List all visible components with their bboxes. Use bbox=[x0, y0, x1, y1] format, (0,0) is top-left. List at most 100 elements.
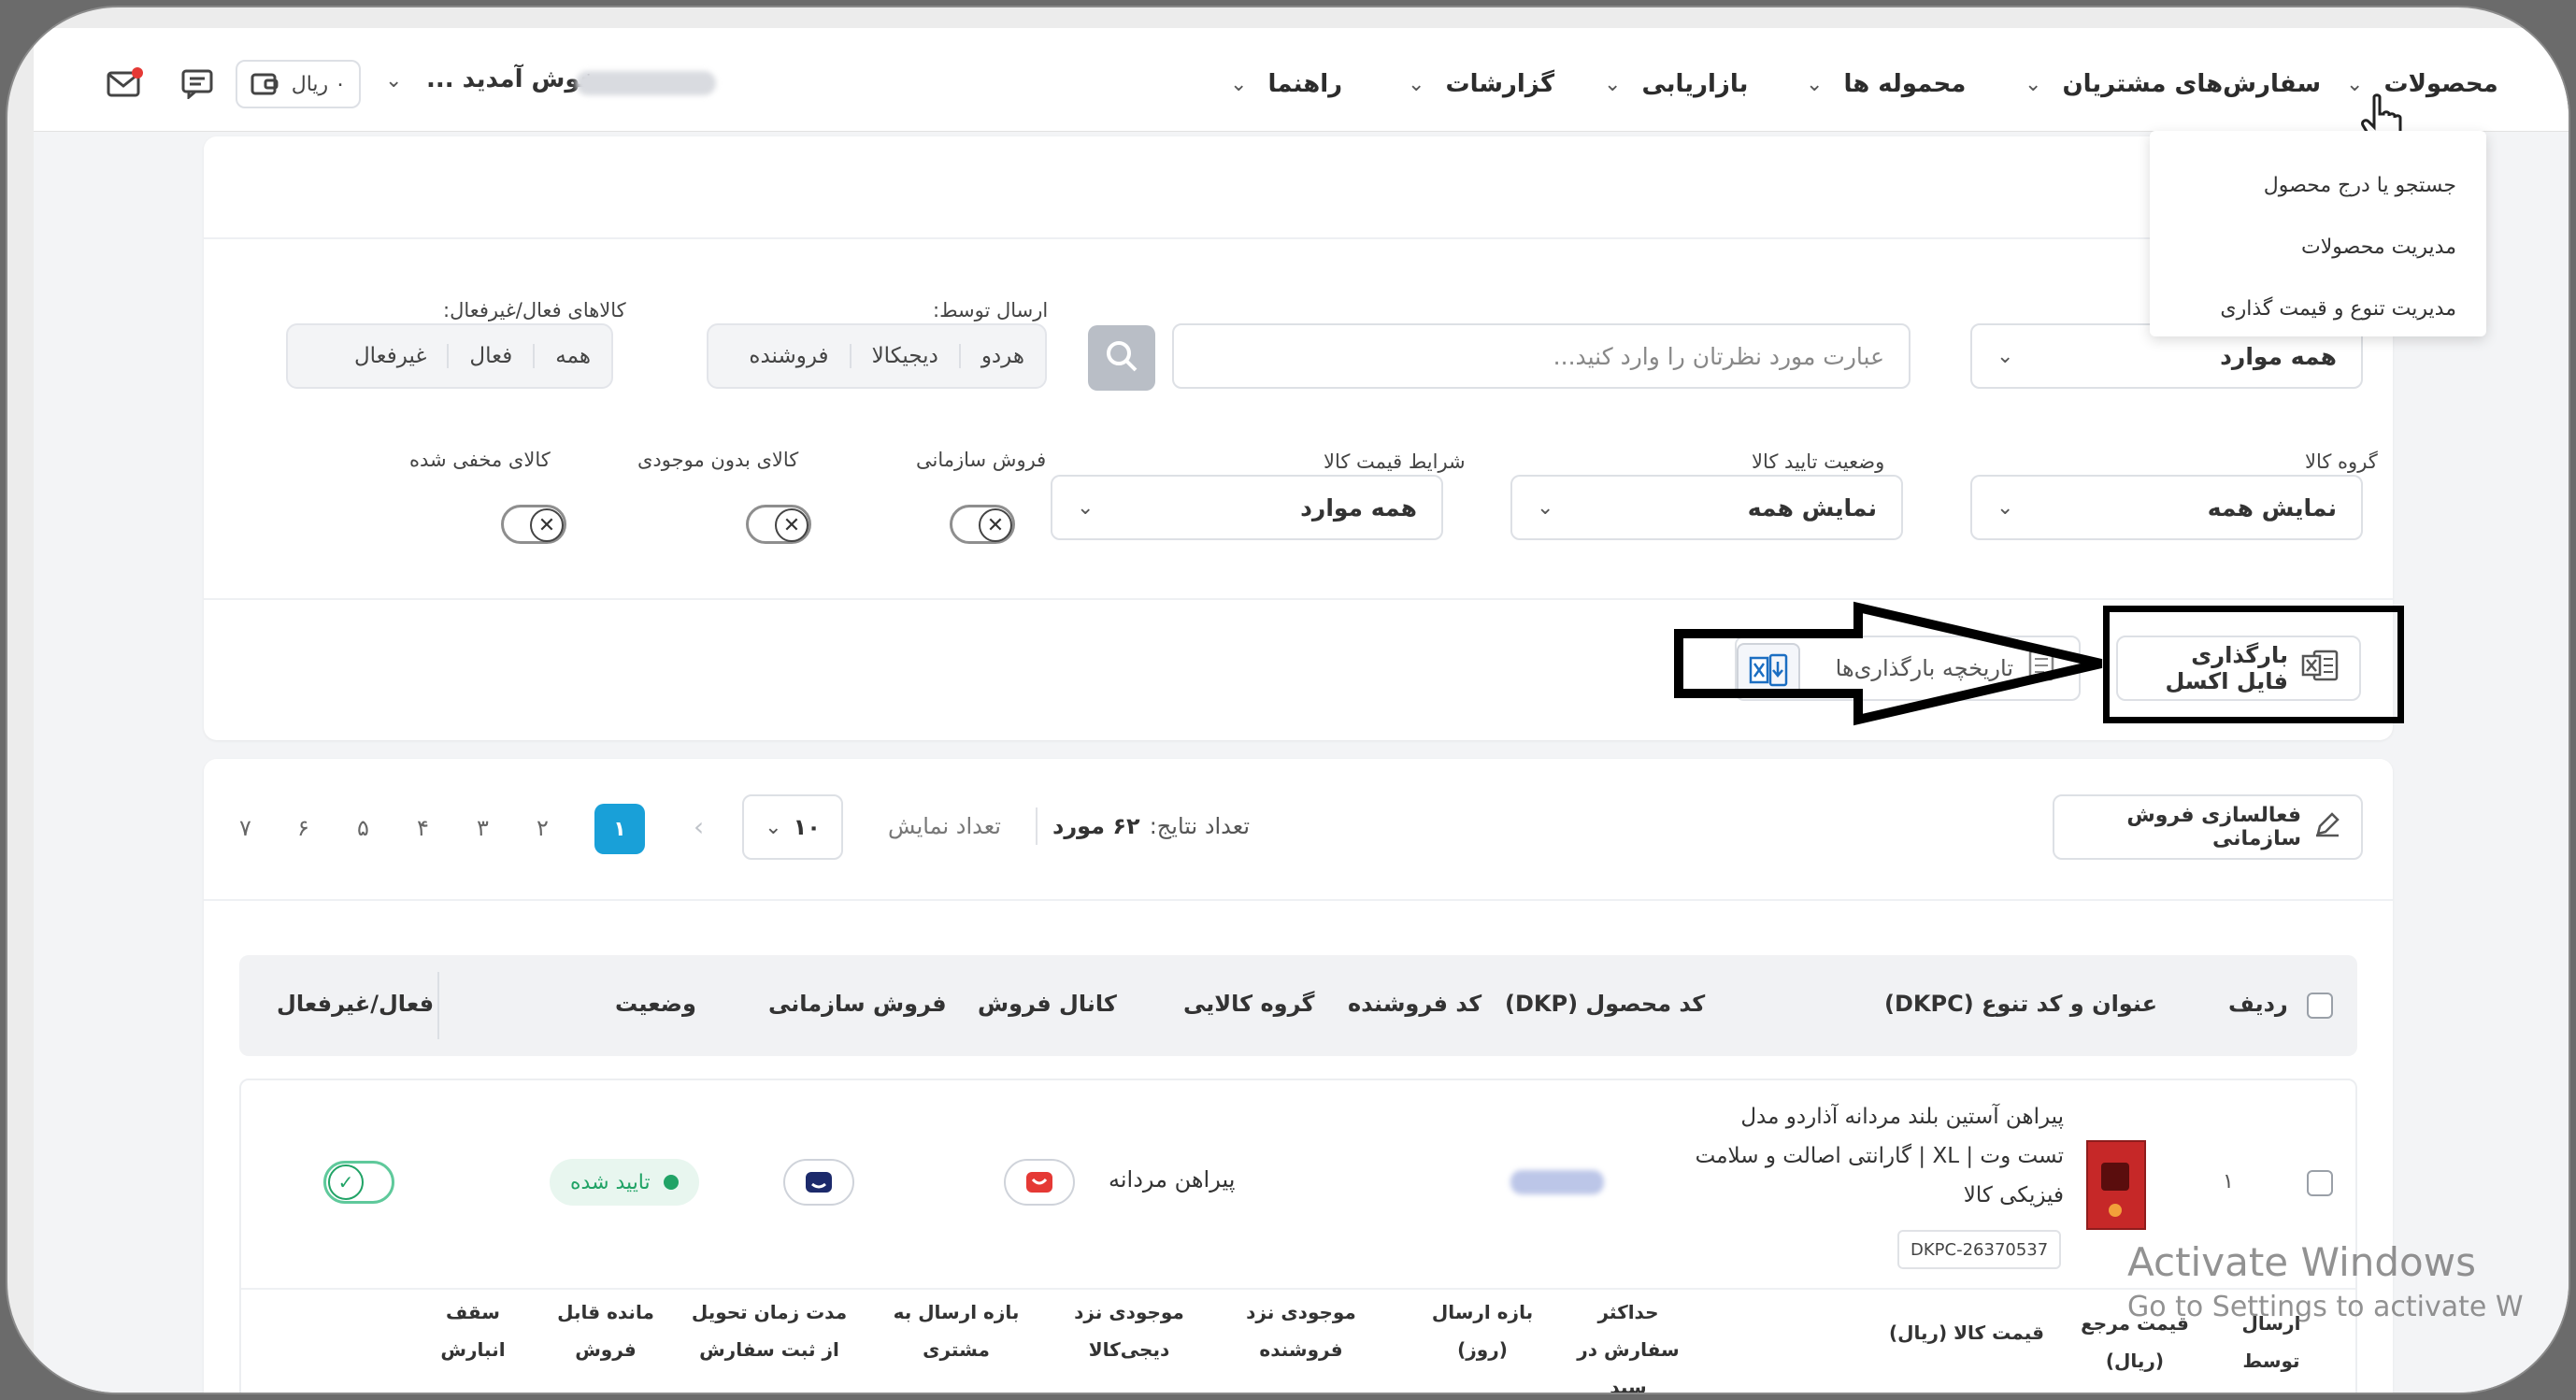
header-product-group: گروه کالایی bbox=[1183, 991, 1315, 1017]
chevron-down-icon: ⌄ bbox=[765, 815, 782, 839]
header-org-sale: فروش سازمانی bbox=[768, 991, 947, 1017]
header-product-code: کد محصول (DKP) bbox=[1505, 991, 1706, 1017]
org-sale-icon[interactable] bbox=[783, 1159, 854, 1206]
page-4-button[interactable]: ۴ bbox=[417, 815, 429, 841]
results-panel: فعالسازی فروش سازمانی تعداد نتایج: ۶۲ مو… bbox=[204, 759, 2393, 1394]
edit-pencil-icon bbox=[2314, 811, 2340, 843]
nav-help[interactable]: ⌄ راهنما bbox=[1230, 65, 1342, 103]
active-option-inactive[interactable]: غیرفعال bbox=[334, 344, 447, 368]
results-divider bbox=[204, 899, 2393, 901]
subheader-seller-stock: موجودی نزد فروشنده bbox=[1246, 1301, 1356, 1361]
close-icon: ✕ bbox=[979, 508, 1012, 542]
dkpc-badge[interactable]: DKPC-26370537 bbox=[1897, 1230, 2062, 1269]
wallet-balance[interactable]: ۰ ریال bbox=[236, 60, 361, 108]
activate-org-sale-button[interactable]: فعالسازی فروش سازمانی bbox=[2053, 794, 2363, 860]
page-6-button[interactable]: ۶ bbox=[297, 815, 309, 841]
active-toggle[interactable]: ✓ bbox=[323, 1161, 394, 1204]
active-filter-segmented[interactable]: همه فعال غیرفعال bbox=[286, 323, 613, 389]
sent-by-label: ارسال توسط: bbox=[933, 299, 1049, 321]
chevron-down-icon: ⌄ bbox=[1537, 495, 1554, 520]
select-all-checkbox[interactable] bbox=[2307, 993, 2333, 1019]
page-2-button[interactable]: ۲ bbox=[537, 815, 549, 841]
table-row: ۱ پیراهن آستین بلند مردانه آذاردو مدل تس… bbox=[239, 1079, 2357, 1394]
wallet-balance-text: ۰ ریال bbox=[291, 72, 346, 96]
status-badge: تایید شده bbox=[550, 1159, 699, 1206]
user-name-blurred bbox=[576, 71, 716, 95]
chevron-down-icon: ⌄ bbox=[1230, 72, 1248, 96]
close-icon: ✕ bbox=[530, 508, 564, 542]
top-navigation-bar: ۰ ریال ⌄ خوش آمدید ... ⌄ محصولات ⌄ سفارش… bbox=[34, 28, 2569, 146]
approval-status-select[interactable]: نمایش همه ⌄ bbox=[1510, 475, 1903, 540]
sent-by-segmented[interactable]: هردو دیجیکالا فروشنده bbox=[707, 323, 1047, 389]
search-icon bbox=[1105, 339, 1138, 377]
search-input[interactable]: عبارت مورد نظرتان را وارد کنید... bbox=[1172, 323, 1911, 389]
search-button[interactable] bbox=[1088, 325, 1155, 391]
sales-channel-icon[interactable] bbox=[1004, 1159, 1075, 1206]
table-header-row: ردیف عنوان و کد تنوع (DKPC) کد محصول (DK… bbox=[239, 955, 2357, 1056]
header-sales-channel: کانال فروش bbox=[978, 991, 1117, 1017]
chevron-down-icon: ⌄ bbox=[1408, 72, 1425, 96]
results-count-value: ۶۲ مورد bbox=[1052, 813, 1140, 839]
panel-divider bbox=[204, 237, 2393, 239]
sent-by-option-digikala[interactable]: دیجیکالا bbox=[849, 344, 959, 368]
hidden-products-toggle[interactable]: ✕ bbox=[501, 505, 566, 544]
mail-notification-icon[interactable] bbox=[107, 67, 144, 97]
products-dropdown-menu: جستجو یا درج محصول مدیریت محصولات مدیریت… bbox=[2150, 131, 2486, 336]
annotation-arrow-icon bbox=[1671, 598, 2111, 733]
chevron-down-icon: ⌄ bbox=[2346, 72, 2364, 96]
no-stock-toggle[interactable]: ✕ bbox=[746, 505, 811, 544]
sent-by-option-both[interactable]: هردو bbox=[958, 344, 1045, 368]
row-checkbox[interactable] bbox=[2307, 1170, 2333, 1196]
subheader-remaining-sellable: مانده قابل فروش bbox=[557, 1301, 654, 1361]
row-number: ۱ bbox=[2223, 1170, 2234, 1193]
org-sale-toggle[interactable]: ✕ bbox=[950, 505, 1015, 544]
price-condition-label: شرایط قیمت کالا bbox=[1324, 450, 1466, 473]
active-filter-label: کالاهای فعال/غیرفعال: bbox=[443, 299, 626, 321]
pagination-prev-icon[interactable]: ‹ bbox=[694, 811, 704, 842]
page-1-button[interactable]: ۱ bbox=[594, 804, 645, 854]
close-icon: ✕ bbox=[775, 508, 809, 542]
menu-item-variants-pricing[interactable]: مدیریت تنوع و قیمت گذاری bbox=[2220, 297, 2456, 321]
no-stock-label: کالای بدون موجودی bbox=[637, 449, 799, 471]
header-divider bbox=[437, 972, 439, 1039]
chevron-down-icon: ⌄ bbox=[1996, 495, 2014, 520]
sent-by-option-seller[interactable]: فروشنده bbox=[728, 344, 849, 368]
price-condition-select[interactable]: همه موارد ⌄ bbox=[1051, 475, 1443, 540]
messages-icon[interactable] bbox=[181, 69, 217, 101]
active-option-all[interactable]: همه bbox=[533, 344, 611, 368]
product-code-blurred bbox=[1510, 1170, 1604, 1194]
menu-item-manage-products[interactable]: مدیریت محصولات bbox=[2301, 236, 2456, 259]
page-3-button[interactable]: ۳ bbox=[477, 815, 489, 841]
chevron-down-icon: ⌄ bbox=[1996, 344, 2014, 368]
menu-item-search-add-product[interactable]: جستجو یا درج محصول bbox=[2264, 174, 2456, 197]
results-count: تعداد نتایج: ۶۲ مورد bbox=[1052, 813, 1250, 839]
per-page-select[interactable]: ⌄ ۱۰ bbox=[742, 794, 843, 860]
chevron-down-icon: ⌄ bbox=[1077, 495, 1095, 520]
approval-status-label: وضعیت تایید کالا bbox=[1752, 450, 1885, 473]
user-menu-chevron-icon[interactable]: ⌄ bbox=[385, 69, 402, 93]
per-page-label: تعداد نمایش bbox=[888, 813, 1001, 839]
nav-marketing[interactable]: ⌄ بازاریابی bbox=[1604, 65, 1748, 103]
active-option-active[interactable]: فعال bbox=[447, 344, 533, 368]
page-5-button[interactable]: ۵ bbox=[357, 815, 369, 841]
welcome-text[interactable]: خوش آمدید ... bbox=[426, 65, 597, 93]
results-divider bbox=[1036, 807, 1038, 845]
row-divider bbox=[241, 1288, 2355, 1290]
status-dot-icon bbox=[663, 1175, 679, 1190]
product-title[interactable]: پیراهن آستین بلند مردانه آذاردو مدل تست … bbox=[1615, 1097, 2064, 1215]
check-icon: ✓ bbox=[328, 1164, 364, 1200]
chevron-down-icon: ⌄ bbox=[1604, 72, 1622, 96]
page-7-button[interactable]: ۷ bbox=[239, 815, 251, 841]
subheader-delivery-time: مدت زمان تحویل از ثبت سفارش bbox=[691, 1301, 848, 1361]
product-group-select[interactable]: نمایش همه ⌄ bbox=[1970, 475, 2363, 540]
header-active: فعال/غیرفعال bbox=[277, 991, 435, 1017]
nav-reports[interactable]: ⌄ گزارشات bbox=[1408, 65, 1554, 103]
activate-windows-watermark: Activate Windows Go to Settings to activ… bbox=[2127, 1239, 2524, 1323]
header-title-dkpc: عنوان و کد تنوع (DKPC) bbox=[1884, 991, 2158, 1017]
subheader-max-order: حداکثر سفارش در سبد bbox=[1577, 1301, 1680, 1394]
hidden-products-label: کالای مخفی شده bbox=[409, 449, 551, 471]
product-thumbnail[interactable] bbox=[2086, 1140, 2146, 1230]
nav-shipments[interactable]: ⌄ محموله ها bbox=[1806, 65, 1966, 103]
wallet-icon bbox=[250, 69, 279, 99]
nav-customer-orders[interactable]: ⌄ سفارش‌های مشتریان bbox=[2025, 65, 2321, 103]
